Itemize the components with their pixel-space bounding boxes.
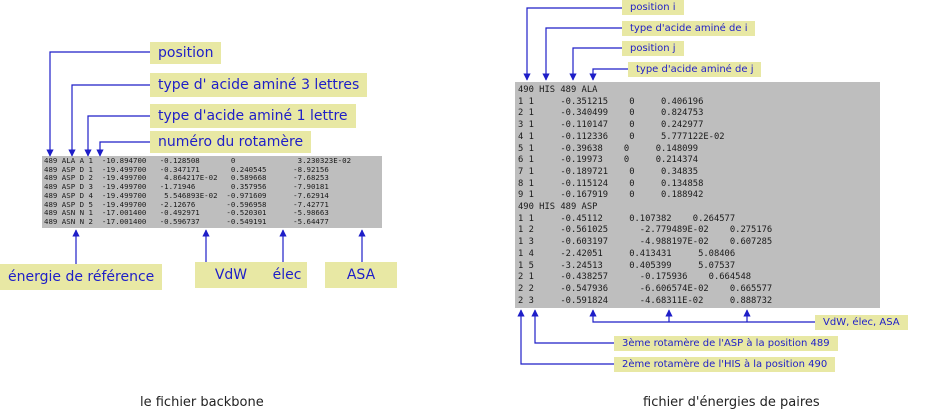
arrow-aa-type-j (589, 68, 628, 81)
arrow-aa-type-i (542, 27, 622, 81)
arrow-rotamer-asp (531, 309, 614, 344)
arrow-position-j (569, 47, 622, 81)
annotation-arrows (46, 7, 815, 365)
arrow-aa-3-letters (68, 84, 150, 157)
arrow-position (46, 51, 150, 157)
arrow-aa-1-letter (84, 115, 150, 157)
arrow-rotamer-number (96, 141, 150, 157)
arrow-energies-bracket (589, 309, 815, 323)
